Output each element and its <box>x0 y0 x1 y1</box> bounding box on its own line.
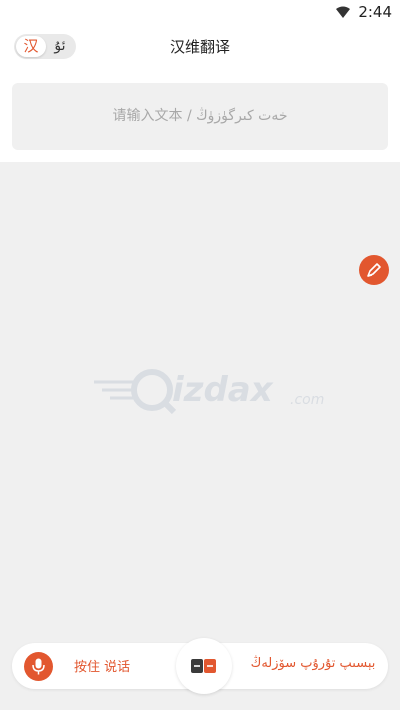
input-area: 请输入文本 / خەت كىرگۈزۈڭ <box>0 70 400 162</box>
pen-icon <box>367 263 381 277</box>
bottom-bar: 按住 说话 بېسىپ تۇرۇپ سۆزلەڭ <box>12 638 388 694</box>
edit-button[interactable] <box>359 255 389 285</box>
hold-to-speak-chinese[interactable]: 按住 说话 <box>74 656 154 675</box>
swap-language-icon <box>191 659 216 673</box>
status-bar: 2:44 <box>0 0 400 24</box>
text-input[interactable]: 请输入文本 / خەت كىرگۈزۈڭ <box>12 83 388 150</box>
microphone-button[interactable] <box>24 652 53 681</box>
wifi-icon <box>336 6 350 18</box>
app-header: 汉 ئۇ 汉维翻译 <box>0 24 400 70</box>
watermark-q-icon <box>94 369 177 415</box>
input-placeholder: 请输入文本 / خەت كىرگۈزۈڭ <box>112 108 288 124</box>
swap-language-button[interactable] <box>176 638 232 694</box>
microphone-icon <box>32 658 45 675</box>
watermark-logo: izdax .com <box>90 364 324 420</box>
result-area: izdax .com <box>0 162 400 710</box>
page-title: 汉维翻译 <box>169 38 230 56</box>
hold-to-speak-uyghur[interactable]: بېسىپ تۇرۇپ سۆزلەڭ <box>248 656 378 671</box>
watermark-domain: .com <box>290 392 325 408</box>
status-time: 2:44 <box>358 3 392 21</box>
watermark-brand: izdax <box>172 370 273 410</box>
